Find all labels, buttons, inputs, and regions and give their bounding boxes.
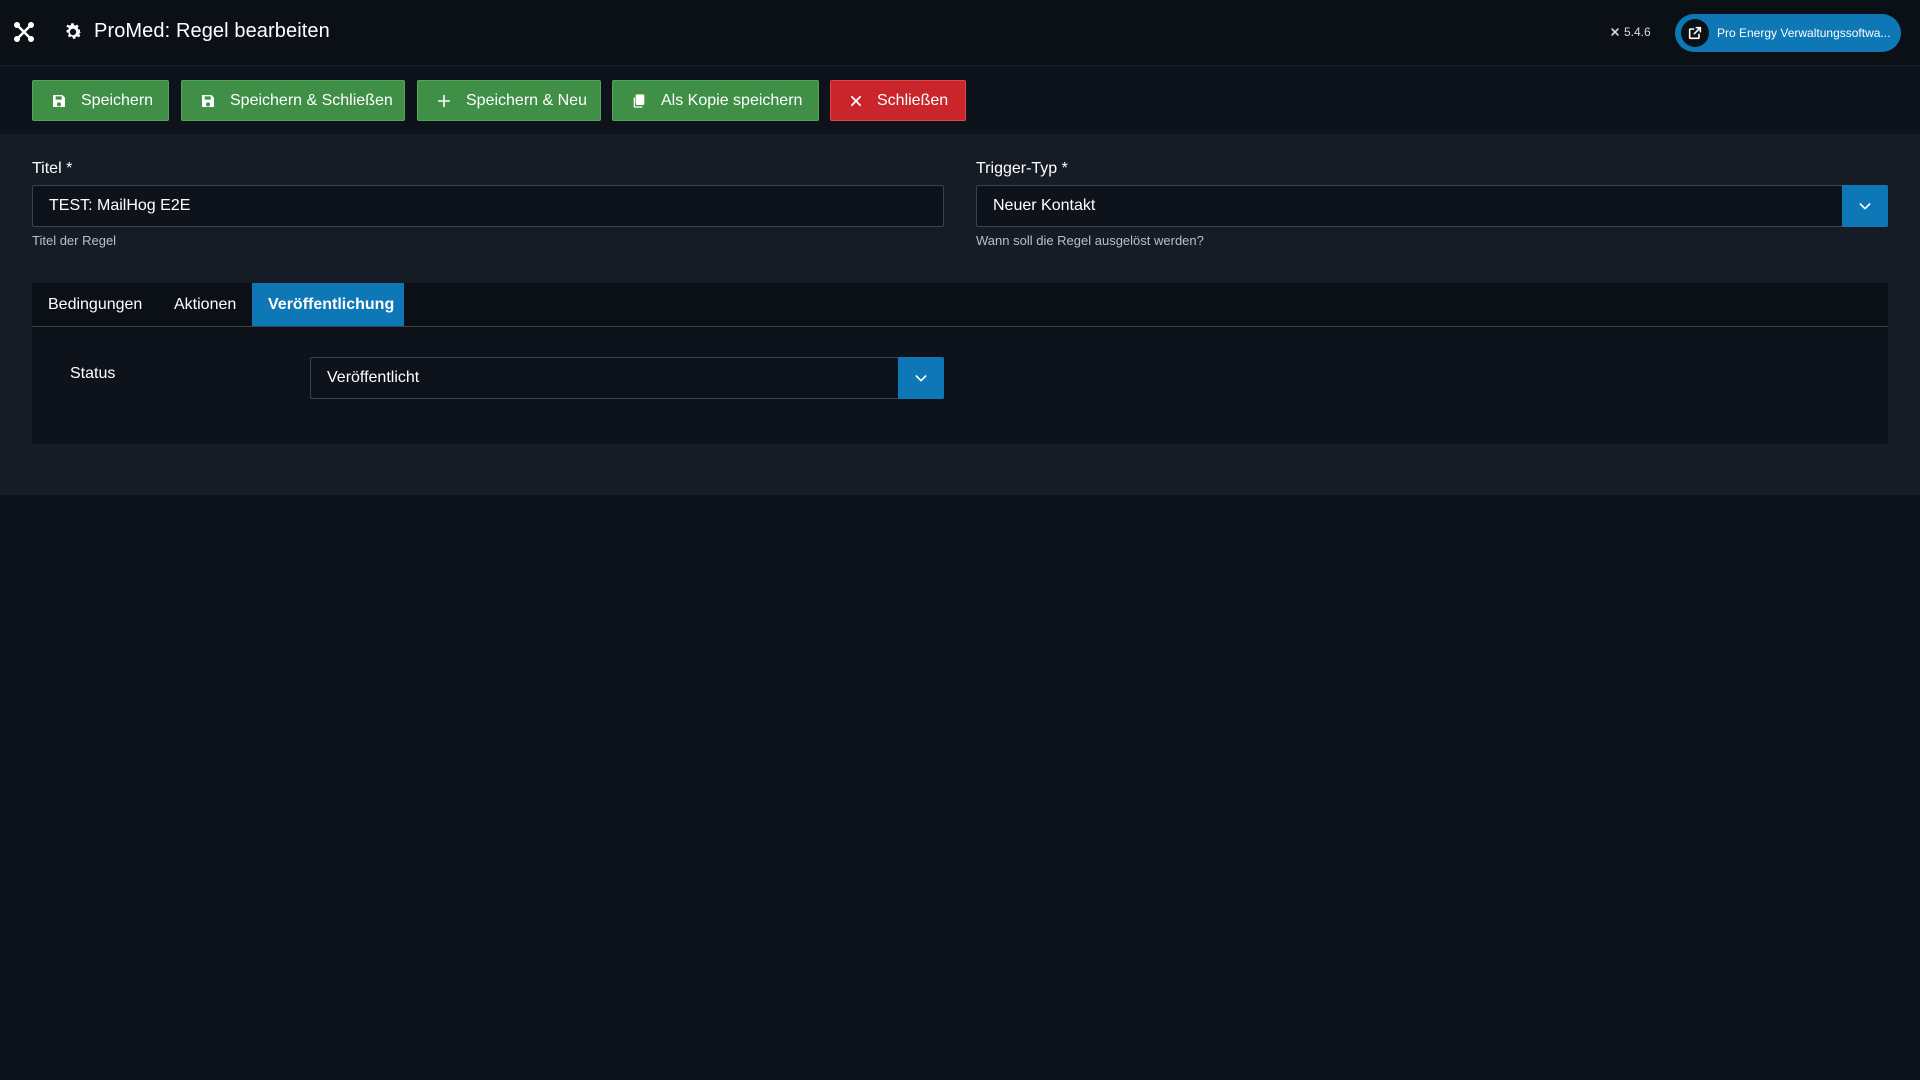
title-input[interactable]: TEST: MailHog E2E [32,185,944,227]
joomla-small-icon [1611,28,1619,36]
floppy-disk-icon [53,94,65,107]
trigger-type-value: Neuer Kontakt [993,197,1096,214]
tab-label: Bedingungen [48,295,143,313]
title-help-text: Titel der Regel [32,233,117,248]
publishing-tab-panel: Status Veröffentlicht [32,327,1888,444]
save-new-label: Speichern & Neu [466,91,587,109]
page-title-group: ProMed: Regel bearbeiten [62,20,330,43]
page-title: ProMed: Regel bearbeiten [94,20,330,42]
tab-conditions[interactable]: Bedingungen [32,283,158,326]
save-label: Speichern [81,91,154,109]
tab-label: Aktionen [174,295,237,313]
close-label: Schließen [877,91,949,109]
title-field-label: Titel * [32,160,73,177]
joomla-logo-icon[interactable] [12,20,36,44]
chevron-down-icon[interactable] [1842,185,1888,227]
trigger-type-help-text: Wann soll die Regel ausgelöst werden? [976,233,1204,248]
x-icon [851,95,861,106]
chevron-down-icon[interactable] [898,357,944,399]
trigger-type-select[interactable]: Neuer Kontakt [976,185,1888,227]
save-close-label: Speichern & Schließen [230,91,393,109]
floppy-disk-icon [202,94,214,107]
status-value: Veröffentlicht [327,369,420,386]
status-select[interactable]: Veröffentlicht [310,357,944,399]
trigger-type-label: Trigger-Typ * [976,160,1068,177]
app-header: ProMed: Regel bearbeiten 5.4.6 Pro Energ… [0,0,1920,66]
status-label: Status [70,365,116,382]
version-text: 5.4.6 [1624,25,1651,39]
title-input-value: TEST: MailHog E2E [49,197,191,214]
tab-publishing[interactable]: Veröffentlichung [252,283,404,326]
save-button[interactable]: Speichern [32,80,169,121]
view-site-button[interactable]: Pro Energy Verwaltungssoftwa... [1675,14,1901,52]
tab-label: Veröffentlichung [268,295,395,313]
gear-icon [66,22,82,39]
version-badge: 5.4.6 [1610,25,1651,39]
close-button[interactable]: Schließen [830,80,966,121]
plus-icon [437,94,451,107]
save-copy-button[interactable]: Als Kopie speichern [612,80,819,121]
external-link-icon [1681,19,1709,47]
save-close-button[interactable]: Speichern & Schließen [181,80,405,121]
save-copy-label: Als Kopie speichern [661,91,803,109]
copy-icon [633,93,645,108]
save-new-button[interactable]: Speichern & Neu [417,80,601,121]
view-site-label: Pro Energy Verwaltungssoftwa... [1717,26,1891,40]
tab-bar: Bedingungen Aktionen Veröffentlichung [32,283,1888,327]
